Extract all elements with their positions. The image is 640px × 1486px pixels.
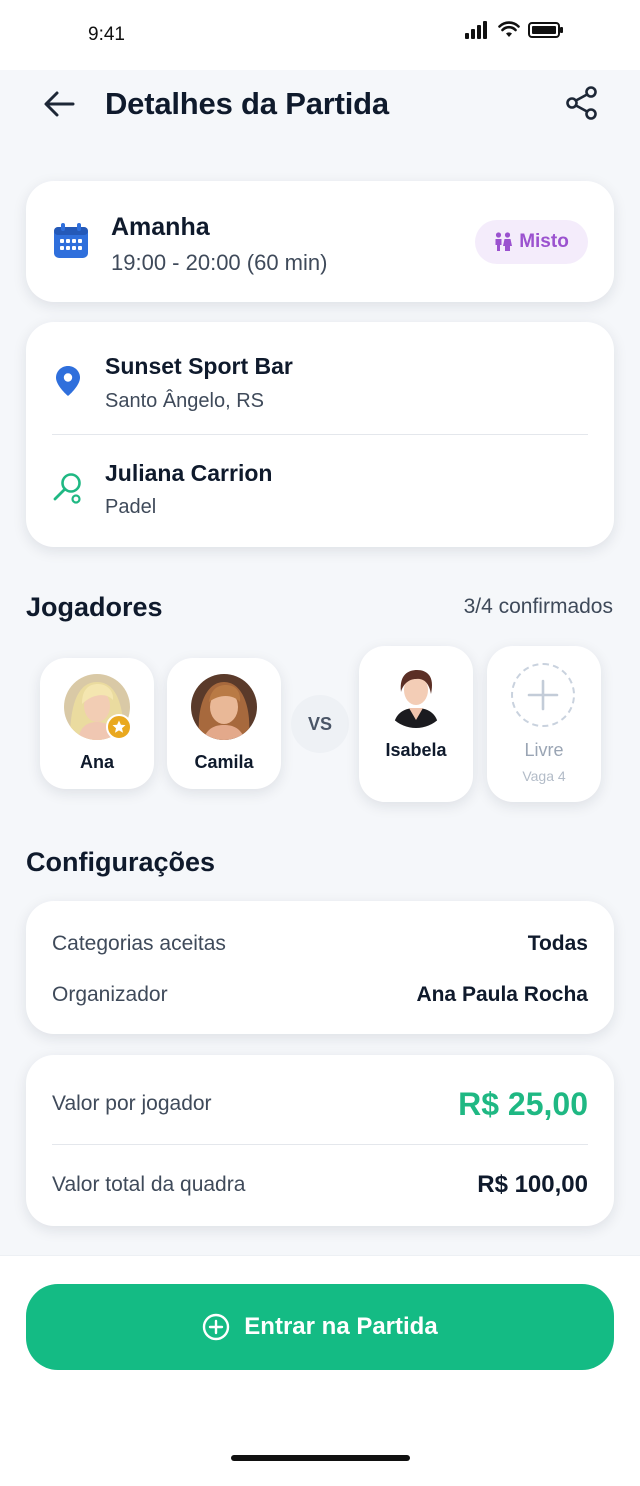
organizer-value: Ana Paula Rocha — [416, 983, 588, 1006]
home-indicator[interactable] — [231, 1455, 410, 1461]
footer: Entrar na Partida — [0, 1255, 640, 1486]
share-icon — [566, 86, 597, 120]
player-name: Camila — [194, 752, 254, 772]
player-card[interactable]: Camila — [167, 658, 281, 789]
star-icon — [106, 714, 132, 740]
court-total-label: Valor total da quadra — [52, 1173, 246, 1196]
divider — [52, 1144, 588, 1145]
signal-icon — [465, 21, 487, 39]
status-icons — [464, 20, 564, 40]
status-time: 9:41 — [88, 24, 125, 45]
join-match-button[interactable]: Entrar na Partida — [26, 1284, 614, 1370]
location-pin-icon — [56, 366, 80, 396]
sport-name: Padel — [105, 496, 157, 518]
free-slot-card[interactable]: Livre Vaga 4 — [487, 646, 601, 802]
match-day: Amanha — [111, 213, 210, 241]
coach-name: Juliana Carrion — [105, 460, 273, 486]
versus-label: VS — [291, 695, 349, 753]
avatar — [191, 674, 257, 740]
settings-section-title: Configurações — [26, 847, 216, 877]
player-card[interactable]: Isabela — [359, 646, 473, 802]
price-card: Valor por jogador R$ 25,00 Valor total d… — [26, 1055, 614, 1226]
add-player-slot[interactable] — [511, 663, 575, 727]
venue-name: Sunset Sport Bar — [105, 353, 293, 379]
avatar — [383, 662, 449, 728]
player-name: Ana — [79, 752, 114, 772]
match-time: 19:00 - 20:00 (60 min) — [111, 250, 328, 275]
join-match-label: Entrar na Partida — [244, 1313, 438, 1340]
player-card[interactable]: Ana — [40, 658, 154, 789]
arrow-left-icon — [44, 91, 75, 117]
plus-icon — [527, 679, 559, 711]
gender-badge-label: Misto — [519, 231, 569, 252]
categories-label: Categorias aceitas — [52, 932, 226, 955]
price-per-player-label: Valor por jogador — [52, 1092, 212, 1115]
gender-badge: Misto — [475, 220, 588, 264]
header: Detalhes da Partida — [0, 60, 640, 150]
page-title: Detalhes da Partida — [105, 86, 389, 121]
organizer-label: Organizador — [52, 983, 168, 1006]
venue-location: Santo Ângelo, RS — [105, 390, 264, 412]
divider — [52, 434, 588, 435]
calendar-icon — [54, 223, 88, 258]
settings-card: Categorias aceitas Todas Organizador Ana… — [26, 901, 614, 1034]
free-slot-sub: Vaga 4 — [522, 768, 566, 784]
plus-circle-icon — [203, 1313, 230, 1341]
categories-value: Todas — [527, 932, 588, 955]
racket-icon — [53, 473, 81, 504]
player-name: Isabela — [385, 740, 447, 760]
free-slot-label: Livre — [524, 740, 564, 760]
schedule-card: Amanha 19:00 - 20:00 (60 min) Misto — [26, 181, 614, 302]
players-section-title: Jogadores — [26, 592, 163, 622]
people-icon — [495, 232, 513, 251]
price-per-player-value: R$ 25,00 — [458, 1086, 588, 1122]
players-count: 3/4 confirmados — [463, 595, 613, 618]
venue-card: Sunset Sport Bar Santo Ângelo, RS Julian… — [26, 322, 614, 547]
share-button[interactable] — [562, 82, 602, 124]
wifi-icon — [498, 21, 520, 37]
battery-icon — [528, 22, 563, 38]
back-button[interactable] — [38, 86, 80, 122]
court-total-value: R$ 100,00 — [477, 1171, 588, 1198]
